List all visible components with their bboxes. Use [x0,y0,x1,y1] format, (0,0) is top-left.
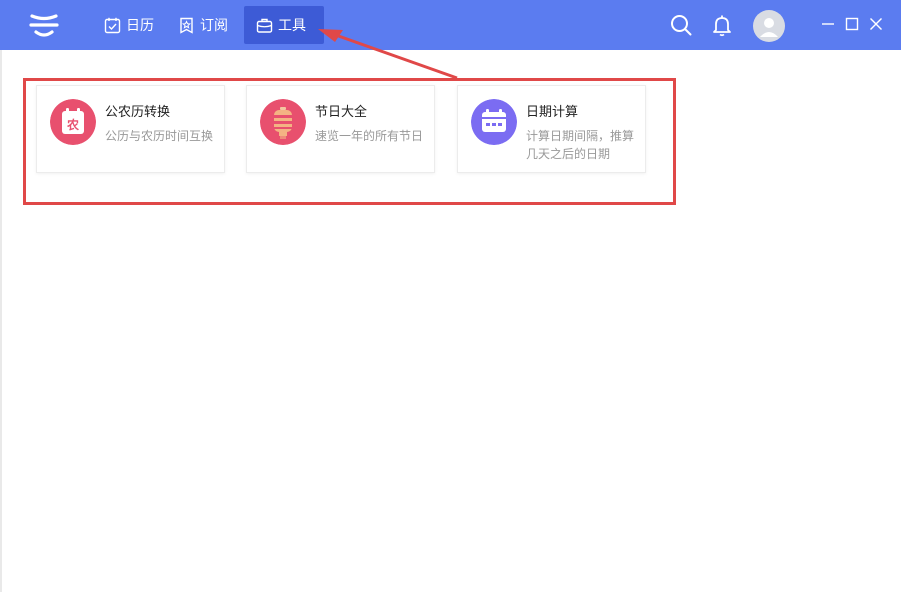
close-icon[interactable] [867,15,885,33]
tab-subscribe[interactable]: 订阅 [166,6,240,44]
avatar[interactable] [753,10,785,42]
tab-calendar[interactable]: 日历 [92,6,166,44]
top-bar: 日历 订阅 工具 [0,0,901,50]
minimize-icon[interactable] [819,15,837,33]
window-edge [0,50,2,592]
tab-subscribe-label: 订阅 [200,18,228,34]
user-silhouette-icon [760,18,778,37]
toolbox-icon [256,18,273,33]
maximize-icon[interactable] [843,15,861,33]
star-badge-icon [180,17,193,34]
app-logo-icon[interactable] [28,12,60,38]
tab-tools-label: 工具 [278,18,306,34]
calendar-check-icon [104,17,121,33]
bell-icon[interactable] [710,13,734,37]
app-window: 日历 订阅 工具 农 公农历转换 公历与农历时间互换 节日大全 速览一年的所有节… [0,0,901,592]
search-icon[interactable] [669,13,693,37]
tab-calendar-label: 日历 [126,18,154,34]
tab-tools[interactable]: 工具 [244,6,324,44]
annotation-highlight-box [23,78,676,205]
